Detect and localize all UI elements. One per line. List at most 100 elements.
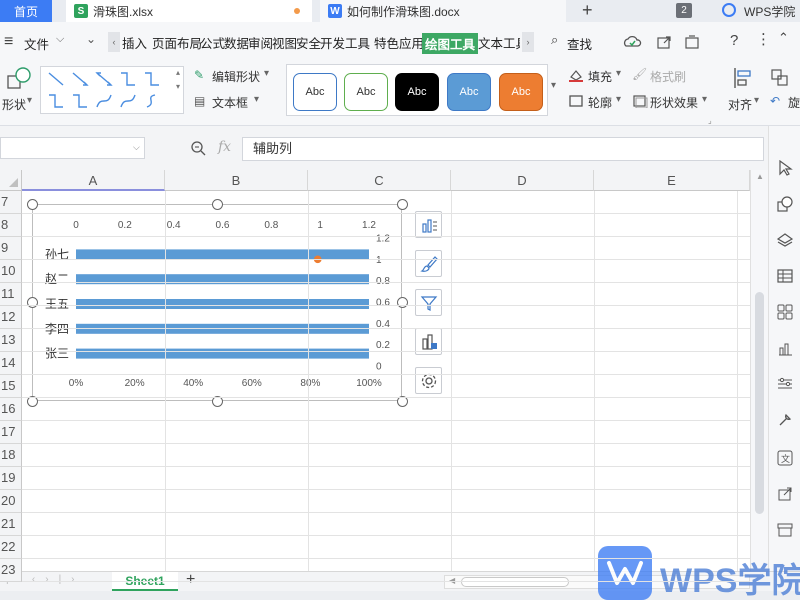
- row-header[interactable]: 12: [0, 306, 22, 329]
- shape-effects-dropdown-icon[interactable]: ▾: [702, 94, 707, 105]
- text-box-button[interactable]: 文本框: [212, 94, 248, 111]
- formula-input[interactable]: 辅助列: [242, 137, 764, 161]
- more-commands-icon[interactable]: ⌄: [86, 32, 96, 46]
- style-orange-fill[interactable]: Abc: [499, 73, 543, 111]
- menu-item[interactable]: 绘图工具: [422, 33, 479, 54]
- style-black-fill[interactable]: Abc: [395, 73, 439, 111]
- archive-icon[interactable]: [777, 522, 793, 538]
- gallery-up-icon[interactable]: ▴: [176, 68, 180, 77]
- bar[interactable]: [76, 299, 369, 309]
- shape-effects-icon[interactable]: [632, 94, 648, 108]
- row-header[interactable]: 21: [0, 513, 22, 536]
- style-blue-fill[interactable]: Abc: [447, 73, 491, 111]
- menu-item[interactable]: 页面布局: [152, 33, 202, 52]
- row-header[interactable]: 7: [0, 191, 22, 214]
- outline-button[interactable]: 轮廓: [588, 94, 612, 111]
- fill-dropdown-icon[interactable]: ▾: [616, 68, 621, 79]
- shape-icon[interactable]: [6, 66, 32, 90]
- column-header[interactable]: B: [165, 170, 308, 191]
- style-gallery-more-icon[interactable]: ▾: [551, 80, 556, 91]
- translate-icon[interactable]: 文: [777, 450, 793, 466]
- row-header[interactable]: 17: [0, 421, 22, 444]
- resize-handle[interactable]: [211, 198, 223, 210]
- row-header[interactable]: 18: [0, 444, 22, 467]
- style-green-outline[interactable]: Abc: [344, 73, 388, 111]
- resize-handle[interactable]: [26, 198, 38, 210]
- name-box[interactable]: ⌵: [0, 137, 145, 159]
- scroll-right-icon[interactable]: ›: [522, 32, 534, 52]
- adjust-icon[interactable]: [777, 376, 793, 392]
- vertical-scrollbar[interactable]: ▲: [750, 170, 768, 571]
- name-box-dropdown-icon[interactable]: ⌵: [133, 142, 140, 153]
- menu-item[interactable]: 公式: [200, 33, 225, 52]
- search-icon[interactable]: ⌕: [551, 32, 558, 48]
- share-export-icon[interactable]: [777, 486, 793, 502]
- row-header[interactable]: 8: [0, 214, 22, 237]
- menu-item[interactable]: 安全: [296, 33, 321, 52]
- menu-item[interactable]: 插入: [122, 33, 147, 52]
- row-header[interactable]: 20: [0, 490, 22, 513]
- chart-area[interactable]: 0 0.2 0.4 0.6 0.8 1 1.2 0% 20% 40% 60% 80% 100% 1.2 1 0…: [32, 204, 402, 401]
- align-dropdown-icon[interactable]: ▾: [754, 95, 759, 106]
- row-header[interactable]: 14: [0, 352, 22, 375]
- share-icon[interactable]: [656, 34, 672, 50]
- tab-spreadsheet[interactable]: S 滑珠图.xlsx: [66, 0, 312, 22]
- collapse-ribbon-icon[interactable]: ⌃: [778, 30, 789, 46]
- chart-settings-button[interactable]: [415, 367, 442, 394]
- column-header[interactable]: A: [22, 170, 165, 191]
- shape-effects-button[interactable]: 形状效果: [650, 94, 698, 111]
- tools-icon[interactable]: [777, 412, 793, 428]
- more-options-icon[interactable]: ⋮: [756, 30, 771, 48]
- fill-icon[interactable]: [568, 68, 584, 82]
- tab-document[interactable]: W 如何制作滑珠图.docx: [320, 0, 566, 22]
- row-header[interactable]: 13: [0, 329, 22, 352]
- zoom-icon[interactable]: [190, 140, 208, 156]
- fx-icon[interactable]: fx: [218, 139, 231, 155]
- align-icon[interactable]: [732, 66, 754, 90]
- new-tab-button[interactable]: +: [582, 0, 593, 20]
- outline-dropdown-icon[interactable]: ▾: [616, 94, 621, 105]
- account-icon[interactable]: [722, 3, 736, 17]
- gallery-down-icon[interactable]: ▾: [176, 82, 180, 91]
- menu-file[interactable]: 文件: [24, 34, 49, 53]
- resize-handle[interactable]: [396, 198, 408, 210]
- row-header[interactable]: 19: [0, 467, 22, 490]
- rotate-icon[interactable]: ↶: [770, 94, 780, 108]
- row-header[interactable]: 16: [0, 398, 22, 421]
- menu-item[interactable]: 开发工具: [320, 33, 370, 52]
- row-header[interactable]: 23: [0, 559, 22, 582]
- menu-item[interactable]: 视图: [272, 33, 297, 52]
- resize-handle[interactable]: [396, 297, 408, 308]
- tab-home[interactable]: 首页: [0, 0, 52, 22]
- shape-dropdown-icon[interactable]: ▾: [27, 95, 32, 106]
- edit-shape-button[interactable]: 编辑形状: [212, 68, 260, 85]
- group-icon[interactable]: [770, 68, 790, 88]
- add-sheet-button[interactable]: +: [186, 571, 195, 589]
- style-blue-outline[interactable]: Abc: [293, 73, 337, 111]
- align-button[interactable]: 对齐: [728, 96, 752, 113]
- scroll-left-icon[interactable]: ‹: [108, 32, 120, 52]
- select-pointer-icon[interactable]: [777, 160, 793, 176]
- rotate-button[interactable]: 旋: [788, 94, 800, 111]
- outline-icon[interactable]: [568, 94, 584, 108]
- format-painter-button[interactable]: 格式刷: [650, 68, 686, 85]
- menu-item[interactable]: 数据: [224, 33, 249, 52]
- shapes-icon[interactable]: [777, 196, 793, 212]
- line-shapes-icon[interactable]: [41, 67, 185, 115]
- chart-styles-button[interactable]: [415, 250, 442, 277]
- window-count-badge[interactable]: 2: [676, 3, 692, 18]
- menu-item[interactable]: 特色应用: [374, 33, 424, 52]
- chart-elements-button[interactable]: [415, 211, 442, 238]
- select-all-corner[interactable]: [0, 170, 22, 191]
- row-header[interactable]: 15: [0, 375, 22, 398]
- dialog-launcher-icon[interactable]: ⌟: [708, 116, 712, 125]
- menu-item[interactable]: 审阅: [248, 33, 273, 52]
- menu-item[interactable]: 文本工具: [478, 33, 520, 52]
- column-header[interactable]: E: [594, 170, 750, 191]
- bar[interactable]: [76, 249, 369, 260]
- search-label[interactable]: 查找: [567, 34, 592, 53]
- help-icon[interactable]: ?: [730, 32, 738, 49]
- horizontal-scroll-thumb[interactable]: [461, 577, 569, 587]
- shape-label[interactable]: 形状: [2, 96, 26, 113]
- text-box-dropdown-icon[interactable]: ▾: [254, 94, 259, 105]
